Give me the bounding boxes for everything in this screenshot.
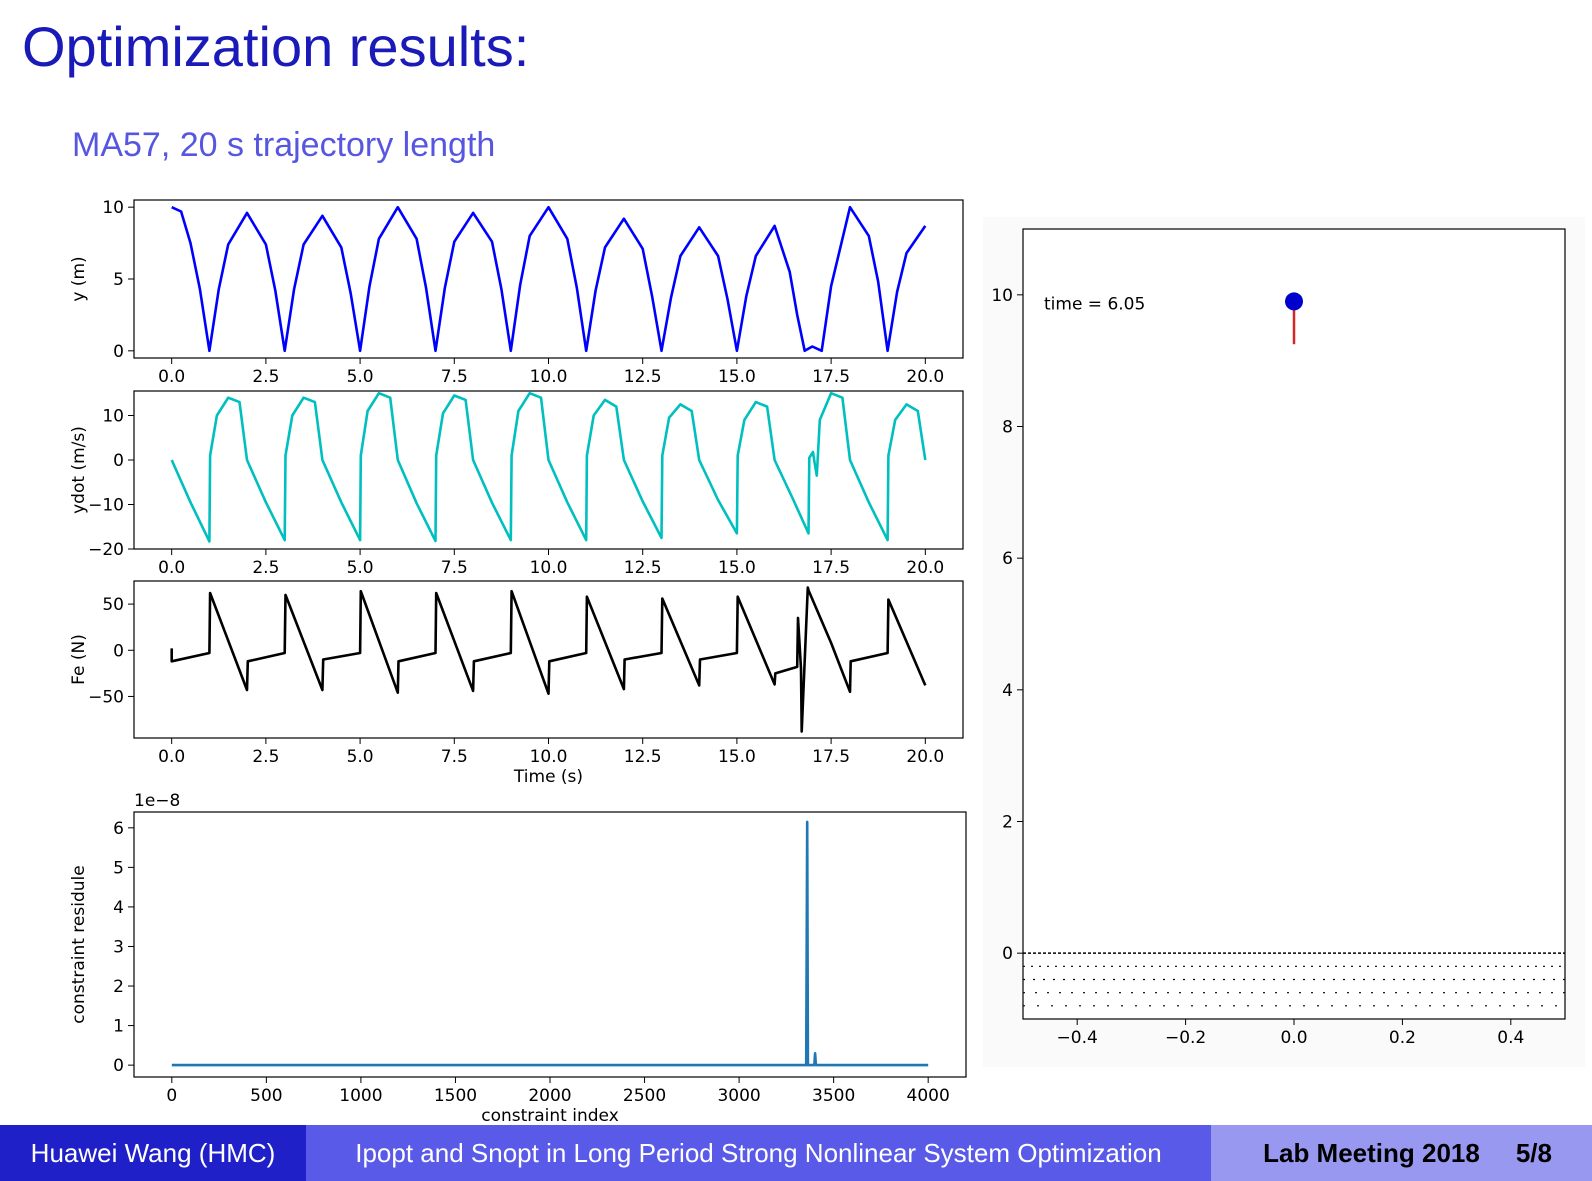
animation-xtick-label: 0.0 (1280, 1028, 1307, 1048)
ydot-xtick-label: 0.0 (158, 558, 185, 578)
ydot-xtick-label: 12.5 (624, 558, 662, 578)
residue-ytick-label: 2 (113, 977, 124, 997)
ydot-xtick-label: 2.5 (252, 558, 279, 578)
fe-xtick-label: 0.0 (158, 747, 185, 767)
animation-xtick-label: 0.4 (1497, 1028, 1524, 1048)
y-xtick-label: 15.0 (718, 367, 756, 387)
footer-event: Lab Meeting 2018 (1263, 1137, 1480, 1168)
y-xtick-label: 7.5 (441, 367, 468, 387)
fe-ytick-label: 0 (113, 641, 124, 661)
residue-xtick-label: 2000 (528, 1086, 571, 1106)
fe-ytick-label: −50 (88, 687, 124, 707)
fe-ytick-label: 50 (102, 595, 124, 615)
residue-ytick-label: 0 (113, 1056, 124, 1076)
footer-page-number: 5/8 (1515, 1137, 1552, 1168)
residue-xtick-label: 2500 (623, 1086, 666, 1106)
y-xtick-label: 0.0 (158, 367, 185, 387)
animation-ytick-label: 0 (1002, 944, 1013, 964)
y-ytick-label: 10 (102, 198, 124, 218)
y-xtick-label: 20.0 (906, 367, 944, 387)
residue-plot-frame (133, 811, 967, 1078)
animation-ytick-label: 2 (1002, 813, 1013, 833)
animation-xtick-label: −0.2 (1165, 1028, 1206, 1048)
y-ytick-label: 5 (113, 270, 124, 290)
ydot-xtick-label: 15.0 (718, 558, 756, 578)
ydot-xtick-label: 7.5 (441, 558, 468, 578)
fe-xtick-label: 15.0 (718, 747, 756, 767)
residue-xtick-label: 3500 (812, 1086, 855, 1106)
residue-multiplier-label: 1e−8 (134, 791, 180, 811)
animation-xtick-label: −0.4 (1057, 1028, 1098, 1048)
ydot-ytick-label: 10 (102, 406, 124, 426)
y-xtick-label: 5.0 (347, 367, 374, 387)
y-plot-frame (133, 199, 964, 359)
residue-xtick-label: 1000 (339, 1086, 382, 1106)
ydot-plot-frame (133, 390, 964, 550)
animation-plot-frame (1022, 228, 1566, 1020)
footer-bar: Huawei Wang (HMC) Ipopt and Snopt in Lon… (0, 1125, 1592, 1181)
fe-ylabel: Fe (N) (69, 634, 89, 685)
fe-xtick-label: 2.5 (252, 747, 279, 767)
fe-xtick-label: 7.5 (441, 747, 468, 767)
y-xtick-label: 2.5 (252, 367, 279, 387)
fe-xtick-label: 20.0 (906, 747, 944, 767)
footer-author: Huawei Wang (HMC) (0, 1125, 306, 1181)
residue-ytick-label: 5 (113, 858, 124, 878)
animation-ytick-label: 10 (991, 286, 1013, 306)
y-xtick-label: 12.5 (624, 367, 662, 387)
residue-xlabel: constraint index (481, 1106, 619, 1126)
y-ytick-label: 0 (113, 342, 124, 362)
animation-ytick-label: 6 (1002, 549, 1013, 569)
residue-ylabel: constraint residule (69, 865, 89, 1023)
residue-xtick-label: 4000 (907, 1086, 950, 1106)
fe-xtick-label: 5.0 (347, 747, 374, 767)
fe-xtick-label: 10.0 (530, 747, 568, 767)
animation-xtick-label: 0.2 (1389, 1028, 1416, 1048)
residue-ytick-label: 6 (113, 819, 124, 839)
ydot-ylabel: ydot (m/s) (69, 426, 89, 514)
residue-ytick-label: 3 (113, 937, 124, 957)
residue-xtick-label: 0 (166, 1086, 177, 1106)
residue-ytick-label: 1 (113, 1017, 124, 1037)
ydot-xtick-label: 10.0 (530, 558, 568, 578)
fe-xlabel: Time (s) (513, 767, 583, 787)
footer-right: Lab Meeting 2018 5/8 (1211, 1125, 1592, 1181)
y-xtick-label: 17.5 (812, 367, 850, 387)
ydot-xtick-label: 5.0 (347, 558, 374, 578)
residue-xtick-label: 500 (250, 1086, 282, 1106)
y-xtick-label: 10.0 (530, 367, 568, 387)
time-annotation: time = 6.05 (1044, 294, 1145, 314)
residue-xtick-label: 1500 (434, 1086, 477, 1106)
ydot-xtick-label: 20.0 (906, 558, 944, 578)
animation-ytick-label: 8 (1002, 418, 1013, 438)
ball-marker (1285, 292, 1303, 311)
footer-talk-title: Ipopt and Snopt in Long Period Strong No… (306, 1125, 1211, 1181)
ydot-ytick-label: 0 (113, 451, 124, 471)
ydot-ytick-label: −20 (88, 540, 124, 560)
fe-xtick-label: 12.5 (624, 747, 662, 767)
animation-ytick-label: 4 (1002, 681, 1013, 701)
fe-xtick-label: 17.5 (812, 747, 850, 767)
ydot-ytick-label: −10 (88, 495, 124, 515)
ydot-xtick-label: 17.5 (812, 558, 850, 578)
y-ylabel: y (m) (69, 256, 89, 301)
residue-ytick-label: 4 (113, 898, 124, 918)
figure-canvas: 0.0 2.5 5.0 7.5 10.0 12.5 15.0 17.5 20.00510y (m… (69, 198, 1585, 1126)
residue-xtick-label: 3000 (717, 1086, 760, 1106)
